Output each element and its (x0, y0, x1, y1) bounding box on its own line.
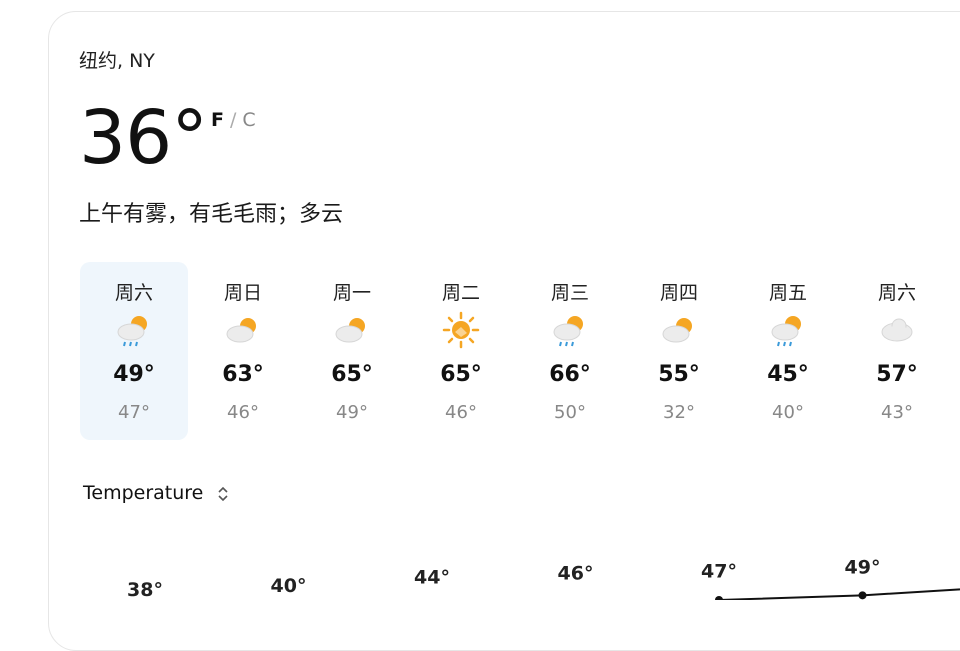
forecast-low: 46° (445, 402, 477, 423)
partly-cloudy-icon (662, 318, 692, 343)
forecast-day[interactable]: 周日 63° 46° (189, 262, 297, 440)
forecast-low: 47° (118, 402, 150, 423)
forecast-high: 63° (222, 362, 264, 387)
forecast-low: 43° (881, 402, 913, 423)
chevron-updown-icon (218, 486, 228, 501)
forecast-day[interactable]: 周二 65° 46° (407, 262, 515, 440)
forecast-high: 65° (331, 362, 373, 387)
forecast-low: 46° (227, 402, 259, 423)
partly-cloudy-icon (226, 318, 256, 343)
current-condition: 上午有雾，有毛毛雨；多云 (79, 202, 344, 227)
forecast-low: 40° (772, 402, 804, 423)
forecast-low: 32° (663, 402, 695, 423)
forecast-high: 57° (876, 362, 918, 387)
forecast-day-name: 周一 (332, 282, 371, 304)
forecast-high: 66° (549, 362, 591, 387)
daily-forecast: 周六 49° 47° 周日 63° 46° 周一 65° 49° 周二 65° … (80, 262, 960, 442)
forecast-high: 49° (113, 362, 155, 387)
forecast-day-name: 周四 (659, 282, 698, 304)
metric-selector-label: Temperature (83, 482, 204, 504)
forecast-day[interactable]: 周五 45° 40° (734, 262, 842, 440)
forecast-high: 55° (658, 362, 700, 387)
unit-separator: / (229, 109, 237, 131)
forecast-day[interactable]: 周一 65° 49° (298, 262, 406, 440)
unit-celsius-button[interactable]: C (242, 109, 255, 131)
forecast-day[interactable]: 周六 57° 43° (843, 262, 951, 440)
partly-cloudy-icon (335, 318, 365, 343)
unit-fahrenheit-button[interactable]: F (211, 109, 224, 131)
forecast-low: 49° (336, 402, 368, 423)
forecast-day-name: 周六 (877, 282, 916, 304)
forecast-high: 65° (440, 362, 482, 387)
forecast-low: 50° (554, 402, 586, 423)
forecast-day[interactable]: 周四 55° 32° (625, 262, 733, 440)
location-label: 纽约, NY (79, 50, 155, 72)
forecast-day-name: 周三 (550, 282, 589, 304)
rain-partly-cloudy-icon (771, 316, 801, 347)
forecast-day-name: 周二 (441, 282, 480, 304)
forecast-day-name: 周六 (114, 282, 153, 304)
forecast-high: 45° (767, 362, 809, 387)
forecast-day[interactable]: 周六 49° 47° (80, 262, 188, 440)
cloudy-icon (881, 318, 913, 342)
rain-partly-cloudy-icon (117, 316, 147, 347)
weather-card: 纽约, NY 36° F / C 上午有雾，有毛毛雨；多云 周六 49° 47° 周… (48, 11, 960, 651)
forecast-day-name: 周五 (768, 282, 807, 304)
forecast-day[interactable]: 周三 66° 50° (516, 262, 624, 440)
rain-partly-cloudy-icon (553, 316, 583, 347)
unit-toggle: F / C (211, 109, 256, 131)
metric-selector[interactable]: Temperature (83, 482, 229, 504)
sunny-icon (442, 311, 480, 349)
forecast-day-name: 周日 (223, 282, 262, 304)
current-temperature: 36° (79, 95, 208, 181)
